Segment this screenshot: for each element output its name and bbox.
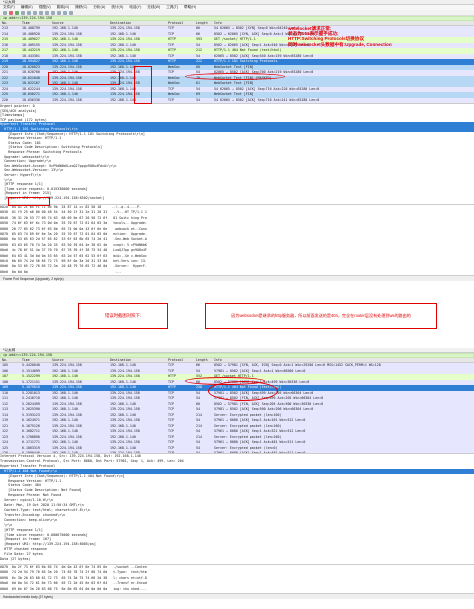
cell-no: 226	[2, 97, 8, 102]
menu-item[interactable]: 捕获(C)	[75, 5, 87, 10]
column-header[interactable]: Length	[194, 21, 212, 25]
start-capture-icon[interactable]	[3, 10, 7, 15]
detail-line[interactable]: [Request URI: http://139.224.194.158:850…	[0, 196, 474, 201]
menu-item[interactable]: 无线(W)	[147, 5, 160, 10]
packet-list: 213 18.408799 192.168.1.140 139.224.194.158…	[0, 26, 474, 103]
cell-info: 57961 → 8080 [ACK] Seq=1 Ack=481 Win=511…	[214, 451, 306, 453]
highlight-tcp-stream	[208, 381, 278, 401]
column-header[interactable]: Source	[50, 21, 108, 25]
menu-item[interactable]: 跳转(G)	[57, 5, 69, 10]
cell-time: 6.1990440	[22, 451, 40, 453]
detail-line[interactable]: 00b0 69 6e 67 3a 20 63 68 75 6e 6b 65 64…	[0, 587, 474, 592]
cell-proto: TCP	[168, 97, 174, 102]
highlight-src-dst	[48, 72, 120, 85]
router-404-explanation: 因为websocket是继承的http服务器，所以前面发送的是404，完全在ro…	[205, 303, 437, 329]
packet-bytes: 0070 0a 2f 73 6f 63 6b 65 74 0d 0a 43 6f…	[0, 564, 474, 593]
menu-item[interactable]: 文件(F)	[3, 5, 15, 10]
packet-row[interactable]: 126 6.1990440 192.168.1.140 139.224.194.158…	[0, 451, 474, 453]
column-header[interactable]: No.	[0, 358, 20, 362]
cell-src: 192.168.1.140	[52, 451, 78, 453]
packet-bytes: 0020 04 81 21 b5 f1 71 d4 9b 34 87 14 cc…	[0, 204, 474, 275]
cell-no: 126	[2, 451, 8, 453]
menu-item[interactable]: 分析(A)	[93, 5, 105, 10]
menu-item[interactable]: 电话(Y)	[129, 5, 141, 10]
save-file-icon[interactable]	[27, 10, 31, 15]
column-header[interactable]: Protocol	[166, 358, 194, 362]
bottom-capture-window: *以太网 ip.addr==139.224.194.158 No. Time Sou…	[0, 348, 474, 609]
menu-item[interactable]: 帮助(H)	[184, 5, 196, 10]
top-capture-window: *以太网 文件(F) 编辑(E) 视图(V) 跳转(G) 捕获(C) 分析(A) 统计(S)…	[0, 0, 474, 282]
restart-capture-icon[interactable]	[15, 10, 19, 15]
column-header[interactable]: Info	[212, 358, 474, 362]
menu-item[interactable]: 工具(T)	[166, 5, 178, 10]
status-bar: Hardwarded media body (37 bytes)	[0, 593, 474, 599]
detail-line[interactable]: Data (27 bytes)	[0, 557, 474, 562]
close-file-icon[interactable]	[33, 10, 37, 15]
zoom-in-icon[interactable]	[63, 10, 67, 15]
reload-icon[interactable]	[39, 10, 43, 15]
go-forward-icon[interactable]	[57, 10, 61, 15]
column-header[interactable]: No.	[0, 21, 20, 25]
error-comparison-note: 错误时截图对照下:	[78, 303, 168, 329]
zoom-out-icon[interactable]	[69, 10, 73, 15]
column-header[interactable]: Source	[50, 358, 108, 362]
go-back-icon[interactable]	[51, 10, 55, 15]
cell-time: 18.656336	[22, 97, 40, 102]
column-header[interactable]: Time	[20, 21, 50, 25]
column-header[interactable]: Destination	[108, 21, 166, 25]
column-header[interactable]: Length	[194, 358, 212, 362]
annotation-websocket-ok: websocket请求正常: 状态为101表示握手成功; HTTP:Switch…	[288, 26, 392, 47]
status-bar: Frame Port Sequence (Upgrade), 2 byte(s)	[0, 275, 474, 281]
column-header[interactable]: Protocol	[166, 21, 194, 25]
menu-item[interactable]: 统计(S)	[111, 5, 123, 10]
cell-len: 54	[196, 97, 200, 102]
cell-proto: TCP	[168, 451, 174, 453]
cell-info: 54 62065 → 8502 [ACK] Seq=716 Ack=241 Wi…	[214, 97, 320, 102]
cell-dst: 139.224.194.158	[110, 451, 140, 453]
cell-src: 139.224.194.158	[52, 97, 82, 102]
menu-item[interactable]: 视图(V)	[39, 5, 51, 10]
stop-capture-icon[interactable]	[9, 10, 13, 15]
packet-row[interactable]: 226 18.656336 139.224.194.158 192.168.1.140…	[0, 97, 474, 103]
packet-details: Internet Protocol Version 4, Src: 139.22…	[0, 453, 474, 564]
packet-details: Urgent pointer: 0 [SEQ/ACK analysis] [Time…	[0, 103, 474, 204]
highlight-101-info	[185, 73, 285, 80]
cell-len: 54	[196, 451, 200, 453]
menu-item[interactable]: 编辑(E)	[21, 5, 33, 10]
highlight-upgrade-header	[8, 197, 50, 206]
column-header[interactable]: Time	[20, 358, 50, 362]
open-file-icon[interactable]	[21, 10, 25, 15]
highlight-protocol	[134, 66, 152, 104]
column-header[interactable]: Info	[212, 21, 474, 25]
find-packet-icon[interactable]	[45, 10, 49, 15]
column-header[interactable]: Destination	[108, 358, 166, 362]
